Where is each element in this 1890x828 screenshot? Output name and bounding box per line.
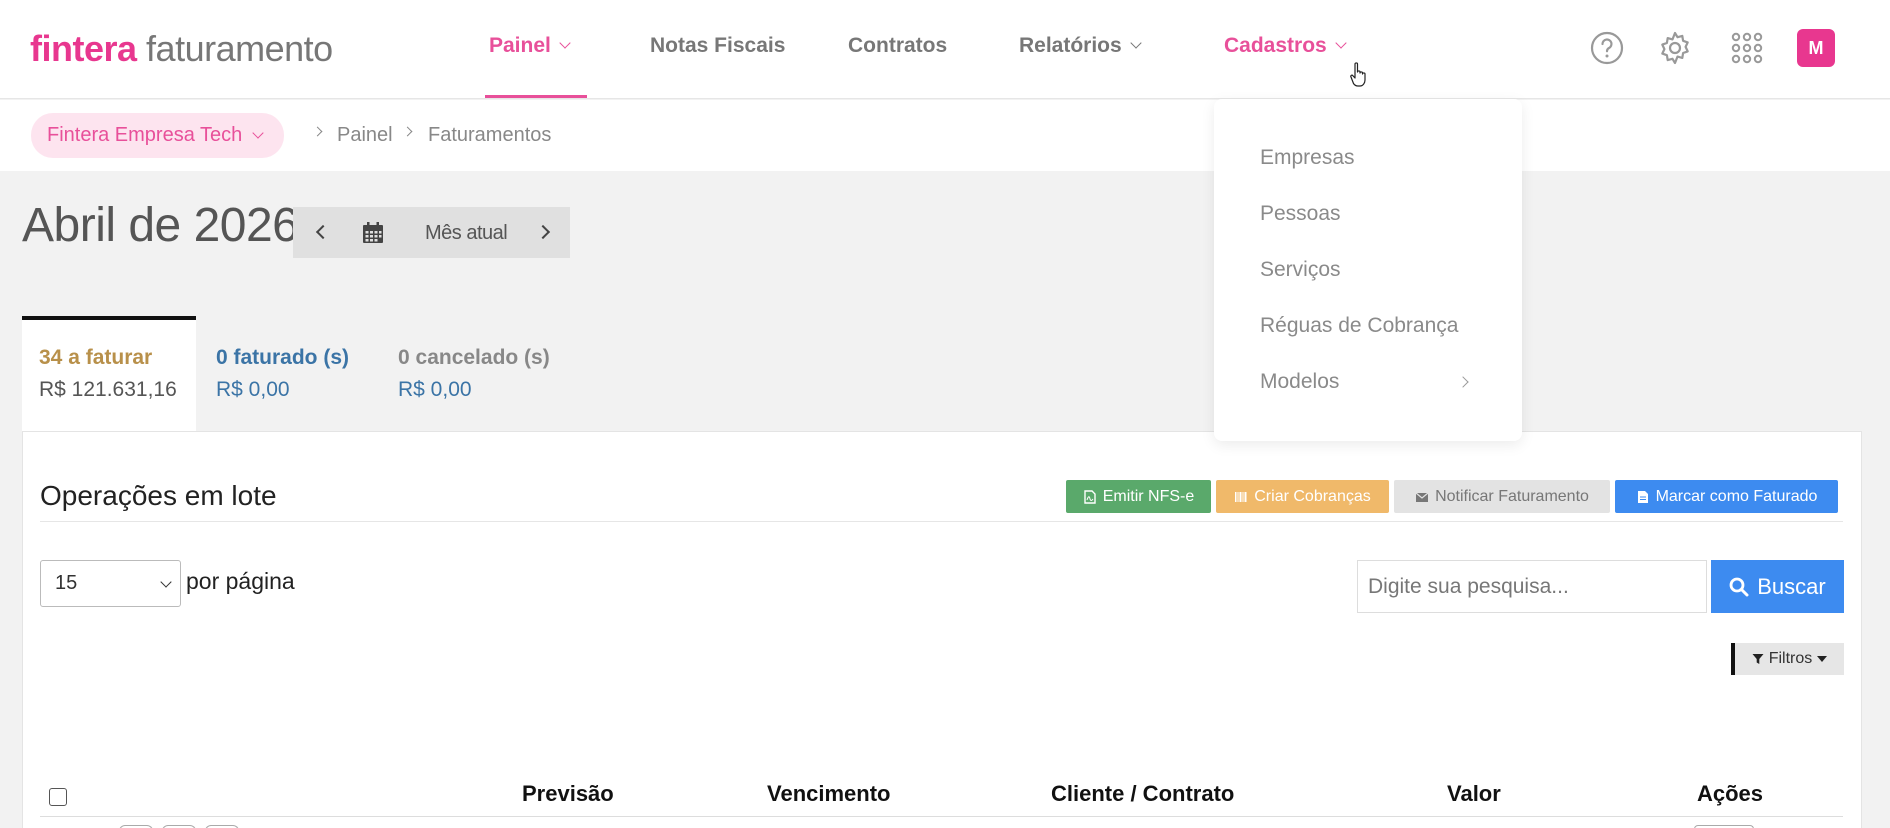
status-count: 0 faturado (s) xyxy=(216,346,350,369)
filters-button[interactable]: Filtros xyxy=(1731,643,1844,675)
current-month-button[interactable]: Mês atual xyxy=(425,222,508,245)
breadcrumb-painel[interactable]: Painel xyxy=(337,124,393,147)
chevron-right-icon[interactable] xyxy=(535,224,551,240)
gear-icon[interactable] xyxy=(1657,30,1693,66)
billing-panel: Operações em lote Emitir NFS-e Criar Cob… xyxy=(22,431,1862,828)
batch-operations-title: Operações em lote xyxy=(40,480,277,511)
chevron-down-icon xyxy=(160,576,172,588)
emit-nfse-button[interactable]: Emitir NFS-e xyxy=(1066,480,1211,513)
nav-notas-fiscais[interactable]: Notas Fiscais xyxy=(650,34,785,58)
mark-as-billed-button[interactable]: Marcar como Faturado xyxy=(1615,480,1838,513)
notify-billing-button[interactable]: Notificar Faturamento xyxy=(1394,480,1610,513)
chevron-left-icon[interactable] xyxy=(315,224,331,240)
filter-icon xyxy=(1752,654,1764,664)
menu-item-modelos[interactable]: Modelos xyxy=(1260,370,1339,394)
company-selector[interactable]: Fintera Empresa Tech xyxy=(31,113,285,158)
apps-grid-icon[interactable] xyxy=(1729,30,1765,66)
logo-product: faturamento xyxy=(146,28,333,69)
help-icon[interactable] xyxy=(1589,30,1625,66)
column-header-valor[interactable]: Valor xyxy=(1447,781,1501,807)
per-page-select[interactable]: 15 xyxy=(40,560,181,607)
company-selector-label: Fintera Empresa Tech xyxy=(47,124,243,146)
select-all-checkbox[interactable] xyxy=(49,788,67,806)
search-button-label: Buscar xyxy=(1757,573,1826,599)
caret-down-icon xyxy=(1817,656,1828,662)
status-count: 0 cancelado (s) xyxy=(398,346,550,369)
status-amount: R$ 0,00 xyxy=(398,378,472,401)
nav-notas-fiscais-label: Notas Fiscais xyxy=(650,34,786,57)
status-tab-cancelado[interactable]: 0 cancelado (s) R$ 0,00 xyxy=(398,346,550,402)
search-input[interactable]: Digite sua pesquisa... xyxy=(1357,560,1707,613)
month-navigator: Mês atual xyxy=(293,207,570,258)
search-button[interactable]: Buscar xyxy=(1711,560,1844,613)
search-icon xyxy=(1729,577,1749,596)
top-navbar: fintera faturamento Painel Notas Fiscais… xyxy=(0,0,1890,99)
create-charges-label: Criar Cobranças xyxy=(1254,487,1371,505)
divider xyxy=(40,521,1843,522)
chevron-right-icon xyxy=(402,126,413,137)
per-page-label: por página xyxy=(186,568,295,594)
search-placeholder: Digite sua pesquisa... xyxy=(1368,574,1569,598)
mark-as-billed-label: Marcar como Faturado xyxy=(1655,487,1818,505)
emit-nfse-label: Emitir NFS-e xyxy=(1102,487,1195,505)
breadcrumb-bar: Fintera Empresa Tech Painel Faturamentos xyxy=(0,100,1890,171)
column-header-previsao[interactable]: Previsão xyxy=(522,781,614,807)
nav-cadastros-label: Cadastros xyxy=(1224,34,1327,57)
status-count: 34 a faturar xyxy=(39,346,153,369)
table-header-divider xyxy=(40,816,1843,817)
nav-contratos-label: Contratos xyxy=(848,34,948,57)
status-amount: R$ 121.631,16 xyxy=(39,378,177,401)
envelope-icon xyxy=(1415,492,1429,502)
column-header-cliente-contrato[interactable]: Cliente / Contrato xyxy=(1051,781,1234,807)
nav-cadastros[interactable]: Cadastros xyxy=(1224,34,1347,58)
file-icon xyxy=(1637,490,1648,503)
cadastros-dropdown-menu: Empresas Pessoas Serviços Réguas de Cobr… xyxy=(1214,99,1522,441)
file-pdf-icon xyxy=(1084,489,1096,504)
column-header-vencimento[interactable]: Vencimento xyxy=(767,781,890,807)
nav-relatorios-label: Relatórios xyxy=(1019,34,1122,57)
menu-item-empresas[interactable]: Empresas xyxy=(1260,146,1355,170)
nav-contratos[interactable]: Contratos xyxy=(848,34,947,58)
filters-label: Filtros xyxy=(1768,650,1813,667)
app-logo[interactable]: fintera faturamento xyxy=(30,28,333,70)
chevron-down-icon xyxy=(1130,37,1142,49)
page-title: Abril de 2026 xyxy=(22,199,299,252)
menu-item-servicos[interactable]: Serviços xyxy=(1260,258,1341,282)
chevron-down-icon xyxy=(559,37,571,49)
status-tab-faturado[interactable]: 0 faturado (s) R$ 0,00 xyxy=(216,346,349,402)
nav-painel[interactable]: Painel xyxy=(489,34,571,58)
breadcrumb-faturamentos: Faturamentos xyxy=(428,124,552,146)
menu-item-reguas-de-cobranca[interactable]: Réguas de Cobrança xyxy=(1260,314,1458,338)
user-avatar[interactable]: M xyxy=(1797,29,1835,67)
chevron-right-icon xyxy=(312,126,323,137)
column-header-acoes: Ações xyxy=(1697,781,1764,806)
status-amount: R$ 0,00 xyxy=(216,378,290,401)
nav-relatorios[interactable]: Relatórios xyxy=(1019,34,1142,58)
nav-painel-label: Painel xyxy=(489,34,551,57)
create-charges-button[interactable]: Criar Cobranças xyxy=(1216,480,1389,513)
chevron-down-icon xyxy=(1335,37,1347,49)
logo-brand: fintera xyxy=(30,28,137,69)
chevron-down-icon xyxy=(252,126,264,139)
barcode-icon xyxy=(1235,491,1247,502)
notify-billing-label: Notificar Faturamento xyxy=(1435,487,1589,505)
per-page-value: 15 xyxy=(55,572,78,594)
hand-cursor-icon xyxy=(1350,62,1366,87)
status-tab-a-faturar[interactable]: 34 a faturar R$ 121.631,16 xyxy=(39,346,177,402)
menu-item-pessoas[interactable]: Pessoas xyxy=(1260,202,1341,226)
calendar-icon[interactable] xyxy=(361,221,385,245)
nav-active-indicator xyxy=(485,95,587,98)
